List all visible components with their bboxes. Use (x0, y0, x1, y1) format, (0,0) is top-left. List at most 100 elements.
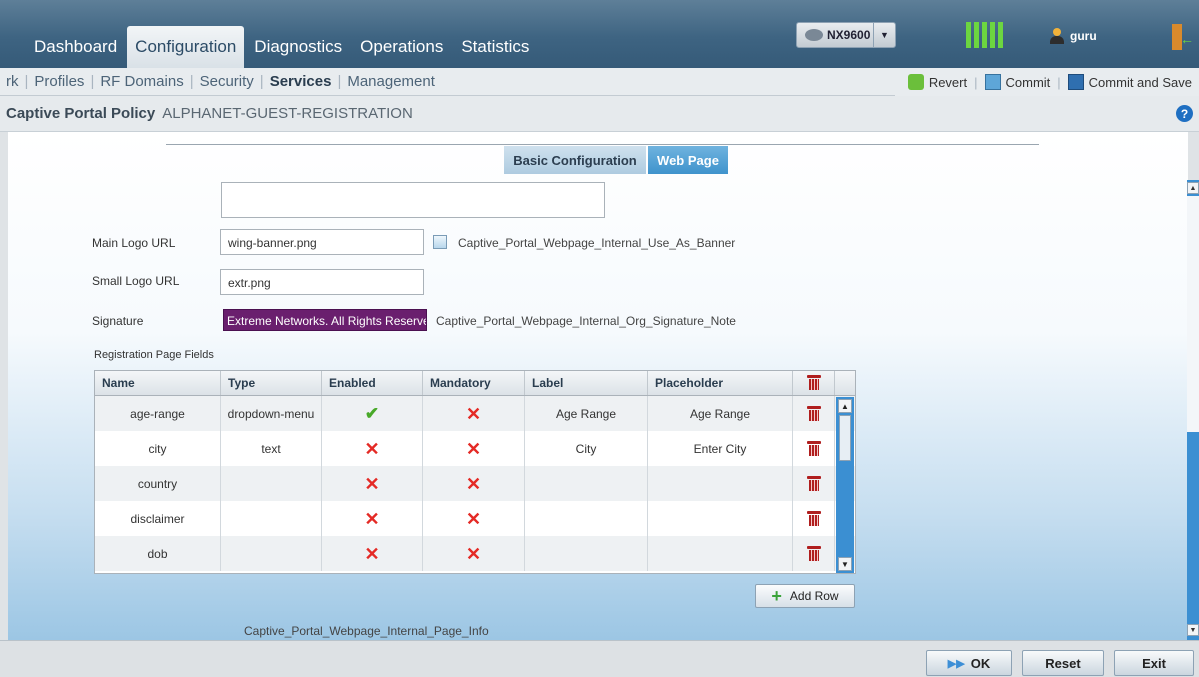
cross-icon: ✕ (465, 508, 482, 529)
scroll-thumb[interactable] (839, 415, 851, 461)
cell-delete (793, 396, 835, 431)
table-row[interactable]: dob ✕ ✕ (95, 536, 855, 571)
revert-button[interactable]: Revert (901, 74, 974, 90)
cell-enabled[interactable]: ✕ (322, 501, 423, 536)
cell-placeholder (648, 501, 793, 536)
cell-label: Age Range (525, 396, 648, 431)
device-selector[interactable]: NX9600 ▼ (796, 22, 896, 48)
add-row-label: Add Row (789, 589, 839, 603)
cell-name: country (95, 466, 221, 501)
cell-delete (793, 536, 835, 571)
logout-icon[interactable]: ← (1168, 24, 1194, 50)
page-text-area[interactable] (221, 182, 605, 218)
scroll-up-icon[interactable]: ▲ (838, 399, 852, 413)
column-header-type[interactable]: Type (221, 371, 322, 395)
tab-configuration[interactable]: Configuration (127, 26, 245, 68)
controller-icon (805, 29, 823, 41)
commit-button[interactable]: Commit (978, 74, 1058, 90)
trash-icon[interactable] (806, 406, 821, 421)
subnav-item-services[interactable]: Services (264, 73, 338, 90)
page-title-label: Captive Portal Policy (6, 105, 156, 122)
trash-icon[interactable] (806, 476, 821, 491)
cell-type (221, 466, 322, 501)
registration-fields-table: Name Type Enabled Mandatory Label Placeh… (94, 370, 856, 574)
cell-placeholder: Enter City (648, 431, 793, 466)
tab-divider (166, 144, 1039, 145)
cell-label (525, 466, 648, 501)
subnav-item-profiles[interactable]: Profiles (28, 73, 90, 90)
page-scrollbar[interactable]: ▲ ▼ (1187, 180, 1199, 640)
trash-icon[interactable] (806, 441, 821, 456)
cell-enabled[interactable]: ✕ (322, 466, 423, 501)
tab-dashboard[interactable]: Dashboard (26, 26, 125, 68)
cell-enabled[interactable]: ✔ (322, 396, 423, 431)
cell-mandatory[interactable]: ✕ (423, 466, 525, 501)
scroll-thumb[interactable] (1187, 196, 1199, 432)
cell-mandatory[interactable]: ✕ (423, 501, 525, 536)
cell-delete (793, 431, 835, 466)
table-scrollbar[interactable]: ▲ ▼ (836, 397, 854, 573)
column-header-label[interactable]: Label (525, 371, 648, 395)
reset-button[interactable]: Reset (1022, 650, 1104, 676)
tab-operations[interactable]: Operations (352, 26, 451, 68)
column-header-mandatory[interactable]: Mandatory (423, 371, 525, 395)
delete-all-icon[interactable] (806, 375, 821, 390)
signature-input[interactable]: Extreme Networks. All Rights Reserved (223, 309, 427, 331)
table-body: age-range dropdown-menu ✔ ✕ Age Range Age Ran… (95, 396, 855, 571)
column-header-enabled[interactable]: Enabled (322, 371, 423, 395)
table-row[interactable]: country ✕ ✕ (95, 466, 855, 501)
main-logo-url-input[interactable]: wing-banner.png (220, 229, 424, 255)
revert-icon (907, 74, 924, 90)
save-icon (1067, 74, 1084, 90)
column-header-placeholder[interactable]: Placeholder (648, 371, 793, 395)
tab-statistics[interactable]: Statistics (453, 26, 537, 68)
scroll-down-icon[interactable]: ▼ (1187, 624, 1199, 636)
subnav-item-rf-domains[interactable]: RF Domains (94, 73, 189, 90)
use-as-banner-checkbox[interactable] (433, 235, 447, 249)
subnav-item-network[interactable]: rk (0, 73, 25, 90)
add-row-button[interactable]: + Add Row (755, 584, 855, 608)
cell-name: disclaimer (95, 501, 221, 536)
column-header-name[interactable]: Name (95, 371, 221, 395)
trash-icon[interactable] (806, 546, 821, 561)
scroll-up-icon[interactable]: ▲ (1187, 182, 1199, 194)
help-icon[interactable]: ? (1176, 105, 1193, 122)
trash-icon[interactable] (806, 511, 821, 526)
cell-placeholder (648, 466, 793, 501)
top-navigation-bar: Dashboard Configuration Diagnostics Oper… (0, 0, 1199, 68)
cell-placeholder: Age Range (648, 396, 793, 431)
cell-type: dropdown-menu (221, 396, 322, 431)
use-as-banner-label: Captive_Portal_Webpage_Internal_Use_As_B… (458, 236, 736, 250)
chevron-down-icon[interactable]: ▼ (873, 23, 895, 47)
page-info-label: Captive_Portal_Webpage_Internal_Page_Inf… (244, 624, 489, 638)
subnav-item-security[interactable]: Security (194, 73, 260, 90)
cell-type: text (221, 431, 322, 466)
cell-enabled[interactable]: ✕ (322, 536, 423, 571)
check-icon: ✔ (364, 404, 380, 423)
tab-web-page[interactable]: Web Page (648, 146, 728, 174)
cell-mandatory[interactable]: ✕ (423, 431, 525, 466)
forward-icon: ▶▶ (947, 657, 965, 670)
small-logo-url-input[interactable]: extr.png (220, 269, 424, 295)
tab-diagnostics[interactable]: Diagnostics (246, 26, 350, 68)
subnav-item-management[interactable]: Management (341, 73, 441, 90)
ok-button[interactable]: ▶▶ OK (926, 650, 1012, 676)
table-row[interactable]: city text ✕ ✕ City Enter City (95, 431, 855, 466)
tab-basic-configuration[interactable]: Basic Configuration (504, 146, 646, 174)
cell-mandatory[interactable]: ✕ (423, 396, 525, 431)
cross-icon: ✕ (364, 543, 380, 564)
cell-label (525, 536, 648, 571)
cell-enabled[interactable]: ✕ (322, 431, 423, 466)
user-menu[interactable]: guru (1050, 28, 1097, 44)
cross-icon: ✕ (465, 543, 482, 564)
cell-delete (793, 501, 835, 536)
table-row[interactable]: disclaimer ✕ ✕ (95, 501, 855, 536)
cell-mandatory[interactable]: ✕ (423, 536, 525, 571)
registration-fields-title: Registration Page Fields (94, 349, 214, 361)
status-bars-icon (966, 22, 1003, 48)
scroll-down-icon[interactable]: ▼ (838, 557, 852, 571)
exit-button[interactable]: Exit (1114, 650, 1194, 676)
commit-and-save-button[interactable]: Commit and Save (1061, 74, 1199, 90)
table-row[interactable]: age-range dropdown-menu ✔ ✕ Age Range Age Ran… (95, 396, 855, 431)
table-header: Name Type Enabled Mandatory Label Placeh… (95, 371, 855, 396)
